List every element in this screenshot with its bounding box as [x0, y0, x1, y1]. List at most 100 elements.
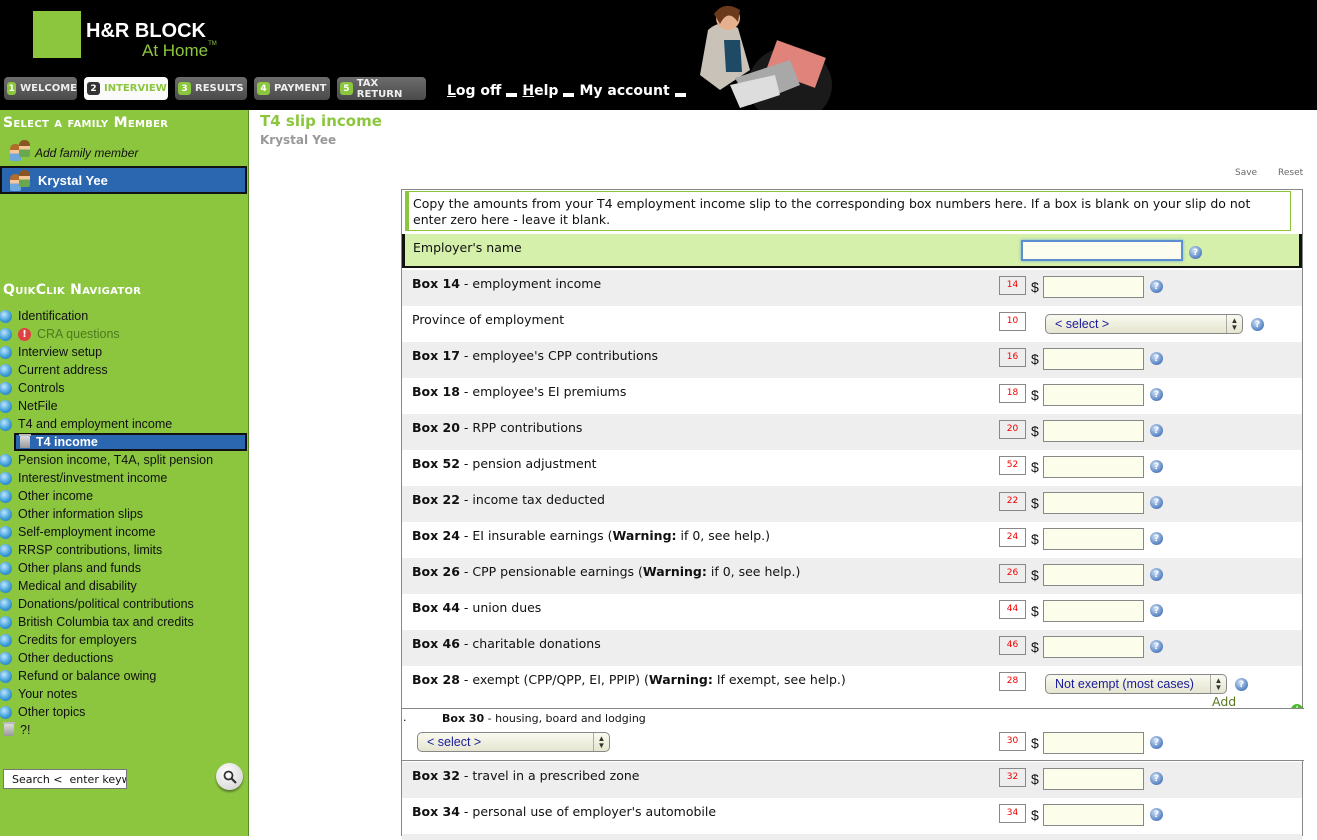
help-icon[interactable]: ? [1150, 388, 1163, 401]
warning-label: Warning: [642, 564, 707, 579]
nav-item-cra-questions[interactable]: ! CRA questions [0, 325, 249, 343]
box-description: - personal use of employer's automobile [459, 804, 717, 819]
nav-item-interest[interactable]: Interest/investment income [0, 469, 249, 487]
trash-icon[interactable] [19, 434, 31, 448]
nav-item-t4-employment[interactable]: T4 and employment income [0, 415, 249, 433]
bullet-icon [0, 687, 12, 701]
nav-item-your-notes[interactable]: Your notes [0, 685, 249, 703]
tab-welcome[interactable]: 1 WELCOME [4, 77, 77, 100]
nav-item-donations[interactable]: Donations/political contributions [0, 595, 249, 613]
box-description: - pension adjustment [459, 456, 597, 471]
my-account-link[interactable]: My account [579, 83, 669, 99]
reset-link[interactable]: Reset [1278, 168, 1303, 178]
nav-item-other-deductions[interactable]: Other deductions [0, 649, 249, 667]
nav-item-other-slips[interactable]: Other information slips [0, 505, 249, 523]
bullet-icon [0, 705, 12, 719]
navigator-list: Identification ! CRA questions Interview … [0, 307, 249, 739]
separator [506, 92, 518, 97]
help-icon[interactable]: ? [1150, 352, 1163, 365]
box-row: Box 20 - RPP contributions 20 $? [402, 414, 1302, 450]
tab-payment[interactable]: 4 PAYMENT [254, 77, 330, 100]
nav-item-rrsp[interactable]: RRSP contributions, limits [0, 541, 249, 559]
nav-item-medical[interactable]: Medical and disability [0, 577, 249, 595]
nav-item-netfile[interactable]: NetFile [0, 397, 249, 415]
help-link[interactable]: Help [522, 83, 558, 99]
warning-text: if 0, see help.) [676, 528, 771, 543]
nav-item-current-address[interactable]: Current address [0, 361, 249, 379]
nav-item-t4-income[interactable]: T4 income [14, 433, 247, 451]
help-icon[interactable]: ? [1150, 532, 1163, 545]
help-icon[interactable]: ? [1235, 678, 1248, 691]
add-family-member-link[interactable]: Add family member [10, 140, 138, 161]
row-label: Box 34 - personal use of employer's auto… [412, 804, 716, 819]
help-icon[interactable]: ? [1150, 460, 1163, 473]
nav-item-identification[interactable]: Identification [0, 307, 249, 325]
amount-input[interactable] [1043, 456, 1144, 478]
employer-name-input[interactable] [1021, 240, 1183, 261]
search-button[interactable] [216, 763, 243, 790]
nav-item-other-topics[interactable]: Other topics [0, 703, 249, 721]
nav-item-interview-setup[interactable]: Interview setup [0, 343, 249, 361]
box-number-label: Box 32 [412, 768, 460, 783]
sidebar: Select a family Member Add family member… [0, 110, 249, 836]
nav-item-pension[interactable]: Pension income, T4A, split pension [0, 451, 249, 469]
bullet-icon [0, 471, 12, 485]
box30-amount-input[interactable] [1043, 732, 1144, 754]
family-member-selected[interactable]: Krystal Yee [0, 166, 247, 194]
t4-form: Copy the amounts from your T4 employment… [401, 189, 1304, 840]
amount-input[interactable] [1043, 384, 1144, 406]
box30-type-select[interactable]: < select > ▲ ▼ [417, 732, 610, 752]
row-label: Box 30 - housing, board and lodging [442, 712, 646, 725]
select-value: < select > [427, 735, 482, 749]
dollar-sign: $ [1031, 567, 1039, 583]
help-icon[interactable]: ? [1150, 424, 1163, 437]
nav-item-credits-employers[interactable]: Credits for employers [0, 631, 249, 649]
amount-input[interactable] [1043, 564, 1144, 586]
box-number-label: Box 18 [412, 384, 460, 399]
amount-input[interactable] [1043, 636, 1144, 658]
tab-results[interactable]: 3 RESULTS [175, 77, 247, 100]
add-people-icon [10, 140, 32, 161]
amount-input[interactable] [1043, 528, 1144, 550]
help-icon[interactable]: ? [1189, 246, 1202, 259]
nav-item-other-plans[interactable]: Other plans and funds [0, 559, 249, 577]
help-icon[interactable]: ? [1150, 772, 1163, 785]
box-number-label: Box 24 [412, 528, 460, 543]
nav-item-bc-tax[interactable]: British Columbia tax and credits [0, 613, 249, 631]
help-icon[interactable]: ? [1150, 640, 1163, 653]
amount-input[interactable] [1043, 600, 1144, 622]
amount-input[interactable] [1043, 768, 1144, 790]
amount-input[interactable] [1043, 492, 1144, 514]
amount-input[interactable] [1043, 348, 1144, 370]
logoff-link[interactable]: Log off [447, 83, 501, 99]
nav-item-self-employment[interactable]: Self-employment income [0, 523, 249, 541]
dollar-sign: $ [1031, 603, 1039, 619]
exempt-select[interactable]: Not exempt (most cases) ▲ ▼ [1045, 674, 1227, 694]
dollar-sign: $ [1031, 807, 1039, 823]
province-select[interactable]: < select > ▲ ▼ [1045, 314, 1243, 334]
nav-item-controls[interactable]: Controls [0, 379, 249, 397]
tab-number: 3 [178, 82, 191, 95]
help-icon[interactable]: ? [1150, 568, 1163, 581]
save-link[interactable]: Save [1235, 168, 1257, 178]
help-icon[interactable]: ? [1251, 318, 1264, 331]
amount-input[interactable] [1043, 420, 1144, 442]
amount-input[interactable] [1043, 276, 1144, 298]
help-icon[interactable]: ? [1150, 808, 1163, 821]
nav-item-refund[interactable]: Refund or balance owing [0, 667, 249, 685]
tab-tax-return[interactable]: 5 TAX RETURN [337, 77, 426, 100]
amount-input[interactable] [1043, 804, 1144, 826]
accesskey-letter: L [447, 83, 456, 99]
nav-item-other-income[interactable]: Other income [0, 487, 249, 505]
header-photo [700, 5, 832, 110]
help-icon[interactable]: ? [1150, 604, 1163, 617]
box-description: - exempt (CPP/QPP, EI, PPIP) ( [459, 672, 649, 687]
help-icon[interactable]: ? [1150, 280, 1163, 293]
nav-item-misc[interactable]: ?! [0, 721, 249, 739]
tab-interview[interactable]: 2 INTERVIEW [84, 77, 168, 100]
search-input[interactable] [3, 769, 127, 789]
help-icon[interactable]: ? [1150, 736, 1163, 749]
bullet-icon [0, 669, 12, 683]
box-number-label: Box 22 [412, 492, 460, 507]
help-icon[interactable]: ? [1150, 496, 1163, 509]
